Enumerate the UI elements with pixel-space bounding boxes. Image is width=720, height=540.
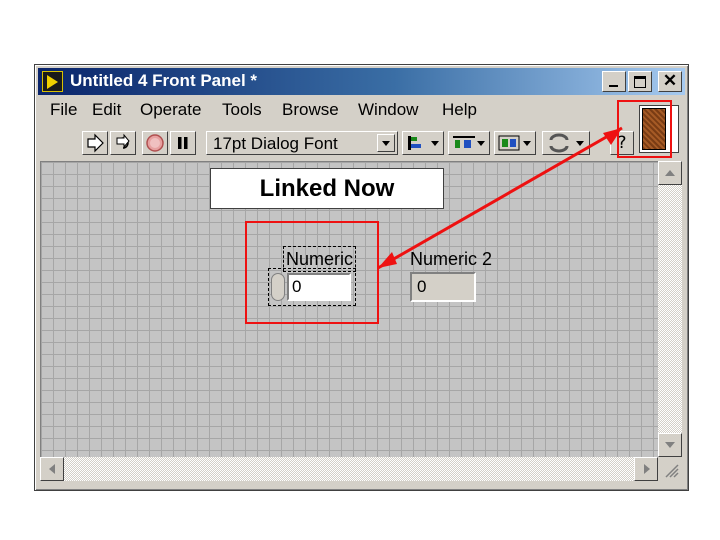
arrowhead-right-icon xyxy=(603,128,622,145)
link-arrow-overlay xyxy=(377,126,623,270)
arrowhead-left-icon xyxy=(378,252,397,268)
link-arrow-line xyxy=(377,126,623,270)
